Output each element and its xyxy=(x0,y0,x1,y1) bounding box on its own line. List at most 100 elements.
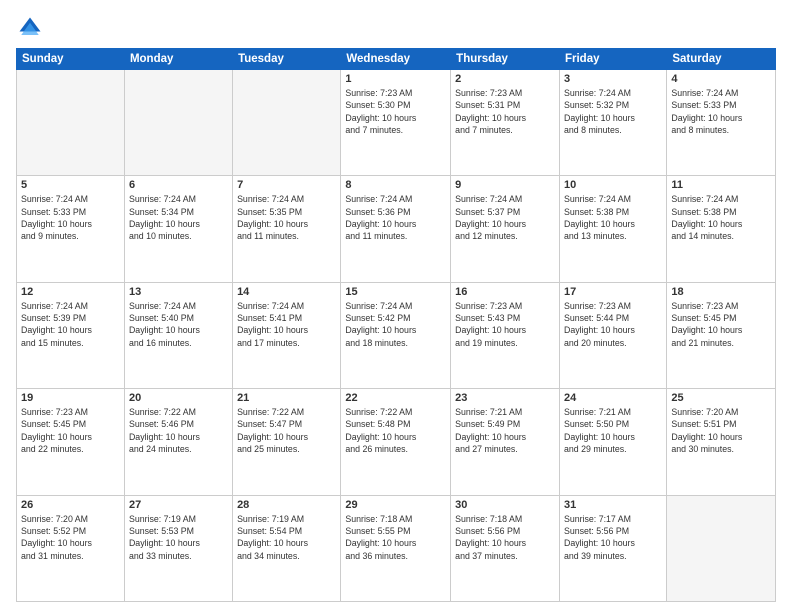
calendar-week-0: 1 Sunrise: 7:23 AM Sunset: 5:30 PM Daylig… xyxy=(17,70,776,176)
calendar-cell: 21Sunrise: 7:22 AM Sunset: 5:47 PM Dayli… xyxy=(233,389,341,495)
day-info: Sunrise: 7:24 AM Sunset: 5:42 PM Dayligh… xyxy=(345,300,446,349)
day-info: Sunrise: 7:23 AM Sunset: 5:30 PM Dayligh… xyxy=(345,87,446,136)
calendar-cell xyxy=(17,70,125,176)
calendar-cell: 3Sunrise: 7:24 AM Sunset: 5:32 PM Daylig… xyxy=(559,70,666,176)
day-number: 25 xyxy=(671,392,771,404)
calendar-cell: 13 Sunrise: 7:24 AM Sunset: 5:40 PM Dayli… xyxy=(124,282,232,388)
day-info: Sunrise: 7:24 AM Sunset: 5:40 PM Dayligh… xyxy=(129,300,228,349)
day-info: Sunrise: 7:22 AM Sunset: 5:46 PM Dayligh… xyxy=(129,406,228,455)
day-number: 19 xyxy=(21,392,120,404)
day-number: 10 xyxy=(564,179,662,191)
calendar-header-row: SundayMondayTuesdayWednesdayThursdayFrid… xyxy=(17,49,776,70)
day-info: Sunrise: 7:24 AM Sunset: 5:37 PM Dayligh… xyxy=(455,193,555,242)
calendar-cell xyxy=(124,70,232,176)
day-number: 6 xyxy=(129,179,228,191)
calendar-cell: 2Sunrise: 7:23 AM Sunset: 5:31 PM Daylig… xyxy=(451,70,560,176)
day-info: Sunrise: 7:24 AM Sunset: 5:39 PM Dayligh… xyxy=(21,300,120,349)
day-info: Sunrise: 7:21 AM Sunset: 5:49 PM Dayligh… xyxy=(455,406,555,455)
calendar-cell: 16 Sunrise: 7:23 AM Sunset: 5:43 PM Dayli… xyxy=(451,282,560,388)
calendar-cell: 31 Sunrise: 7:17 AM Sunset: 5:56 PM Dayli… xyxy=(559,495,666,601)
day-number: 18 xyxy=(671,286,771,298)
calendar-cell: 17 Sunrise: 7:23 AM Sunset: 5:44 PM Dayli… xyxy=(559,282,666,388)
calendar-cell: 27 Sunrise: 7:19 AM Sunset: 5:53 PM Dayli… xyxy=(124,495,232,601)
day-info: Sunrise: 7:23 AM Sunset: 5:44 PM Dayligh… xyxy=(564,300,662,349)
day-info: Sunrise: 7:18 AM Sunset: 5:56 PM Dayligh… xyxy=(455,513,555,562)
calendar-cell: 12 Sunrise: 7:24 AM Sunset: 5:39 PM Dayli… xyxy=(17,282,125,388)
logo xyxy=(16,14,48,42)
day-info: Sunrise: 7:17 AM Sunset: 5:56 PM Dayligh… xyxy=(564,513,662,562)
day-number: 12 xyxy=(21,286,120,298)
day-number: 22 xyxy=(345,392,446,404)
calendar-cell xyxy=(233,70,341,176)
day-number: 5 xyxy=(21,179,120,191)
calendar-cell: 28 Sunrise: 7:19 AM Sunset: 5:54 PM Dayli… xyxy=(233,495,341,601)
day-info: Sunrise: 7:24 AM Sunset: 5:38 PM Dayligh… xyxy=(564,193,662,242)
day-number: 4 xyxy=(671,73,771,85)
day-number: 1 xyxy=(345,73,446,85)
col-header-monday: Monday xyxy=(124,49,232,70)
day-info: Sunrise: 7:20 AM Sunset: 5:52 PM Dayligh… xyxy=(21,513,120,562)
calendar-cell: 1 Sunrise: 7:23 AM Sunset: 5:30 PM Daylig… xyxy=(341,70,451,176)
calendar-cell: 5 Sunrise: 7:24 AM Sunset: 5:33 PM Daylig… xyxy=(17,176,125,282)
day-info: Sunrise: 7:23 AM Sunset: 5:31 PM Dayligh… xyxy=(455,87,555,136)
day-number: 17 xyxy=(564,286,662,298)
header xyxy=(16,14,776,42)
col-header-friday: Friday xyxy=(559,49,666,70)
day-number: 15 xyxy=(345,286,446,298)
calendar-cell: 10 Sunrise: 7:24 AM Sunset: 5:38 PM Dayli… xyxy=(559,176,666,282)
calendar-week-1: 5 Sunrise: 7:24 AM Sunset: 5:33 PM Daylig… xyxy=(17,176,776,282)
day-number: 7 xyxy=(237,179,336,191)
col-header-thursday: Thursday xyxy=(451,49,560,70)
day-number: 8 xyxy=(345,179,446,191)
day-info: Sunrise: 7:21 AM Sunset: 5:50 PM Dayligh… xyxy=(564,406,662,455)
col-header-sunday: Sunday xyxy=(17,49,125,70)
calendar-cell: 6 Sunrise: 7:24 AM Sunset: 5:34 PM Daylig… xyxy=(124,176,232,282)
day-info: Sunrise: 7:20 AM Sunset: 5:51 PM Dayligh… xyxy=(671,406,771,455)
calendar-cell: 14 Sunrise: 7:24 AM Sunset: 5:41 PM Dayli… xyxy=(233,282,341,388)
day-number: 11 xyxy=(671,179,771,191)
day-number: 31 xyxy=(564,499,662,511)
day-number: 28 xyxy=(237,499,336,511)
calendar-cell: 29 Sunrise: 7:18 AM Sunset: 5:55 PM Dayli… xyxy=(341,495,451,601)
calendar-cell: 22 Sunrise: 7:22 AM Sunset: 5:48 PM Dayli… xyxy=(341,389,451,495)
day-info: Sunrise: 7:19 AM Sunset: 5:53 PM Dayligh… xyxy=(129,513,228,562)
day-info: Sunrise: 7:24 AM Sunset: 5:33 PM Dayligh… xyxy=(21,193,120,242)
day-info: Sunrise: 7:22 AM Sunset: 5:48 PM Dayligh… xyxy=(345,406,446,455)
calendar-cell: 15 Sunrise: 7:24 AM Sunset: 5:42 PM Dayli… xyxy=(341,282,451,388)
col-header-saturday: Saturday xyxy=(667,49,776,70)
calendar-cell: 8 Sunrise: 7:24 AM Sunset: 5:36 PM Daylig… xyxy=(341,176,451,282)
page: SundayMondayTuesdayWednesdayThursdayFrid… xyxy=(0,0,792,612)
calendar-cell: 7 Sunrise: 7:24 AM Sunset: 5:35 PM Daylig… xyxy=(233,176,341,282)
day-number: 27 xyxy=(129,499,228,511)
day-number: 23 xyxy=(455,392,555,404)
calendar-cell: 25 Sunrise: 7:20 AM Sunset: 5:51 PM Dayli… xyxy=(667,389,776,495)
day-number: 24 xyxy=(564,392,662,404)
calendar-cell: 9Sunrise: 7:24 AM Sunset: 5:37 PM Daylig… xyxy=(451,176,560,282)
day-number: 29 xyxy=(345,499,446,511)
day-number: 3 xyxy=(564,73,662,85)
col-header-wednesday: Wednesday xyxy=(341,49,451,70)
day-info: Sunrise: 7:24 AM Sunset: 5:35 PM Dayligh… xyxy=(237,193,336,242)
calendar-cell: 23 Sunrise: 7:21 AM Sunset: 5:49 PM Dayli… xyxy=(451,389,560,495)
day-number: 13 xyxy=(129,286,228,298)
day-number: 14 xyxy=(237,286,336,298)
day-number: 16 xyxy=(455,286,555,298)
day-number: 26 xyxy=(21,499,120,511)
day-info: Sunrise: 7:24 AM Sunset: 5:36 PM Dayligh… xyxy=(345,193,446,242)
day-info: Sunrise: 7:24 AM Sunset: 5:34 PM Dayligh… xyxy=(129,193,228,242)
calendar-cell: 18Sunrise: 7:23 AM Sunset: 5:45 PM Dayli… xyxy=(667,282,776,388)
day-info: Sunrise: 7:23 AM Sunset: 5:43 PM Dayligh… xyxy=(455,300,555,349)
day-info: Sunrise: 7:18 AM Sunset: 5:55 PM Dayligh… xyxy=(345,513,446,562)
calendar-week-4: 26 Sunrise: 7:20 AM Sunset: 5:52 PM Dayli… xyxy=(17,495,776,601)
calendar-table: SundayMondayTuesdayWednesdayThursdayFrid… xyxy=(16,48,776,602)
day-info: Sunrise: 7:24 AM Sunset: 5:41 PM Dayligh… xyxy=(237,300,336,349)
day-info: Sunrise: 7:22 AM Sunset: 5:47 PM Dayligh… xyxy=(237,406,336,455)
calendar-cell: 24 Sunrise: 7:21 AM Sunset: 5:50 PM Dayli… xyxy=(559,389,666,495)
day-info: Sunrise: 7:19 AM Sunset: 5:54 PM Dayligh… xyxy=(237,513,336,562)
logo-icon xyxy=(16,14,44,42)
calendar-cell: 19Sunrise: 7:23 AM Sunset: 5:45 PM Dayli… xyxy=(17,389,125,495)
calendar-cell xyxy=(667,495,776,601)
day-number: 20 xyxy=(129,392,228,404)
calendar-cell: 4Sunrise: 7:24 AM Sunset: 5:33 PM Daylig… xyxy=(667,70,776,176)
calendar-cell: 11Sunrise: 7:24 AM Sunset: 5:38 PM Dayli… xyxy=(667,176,776,282)
